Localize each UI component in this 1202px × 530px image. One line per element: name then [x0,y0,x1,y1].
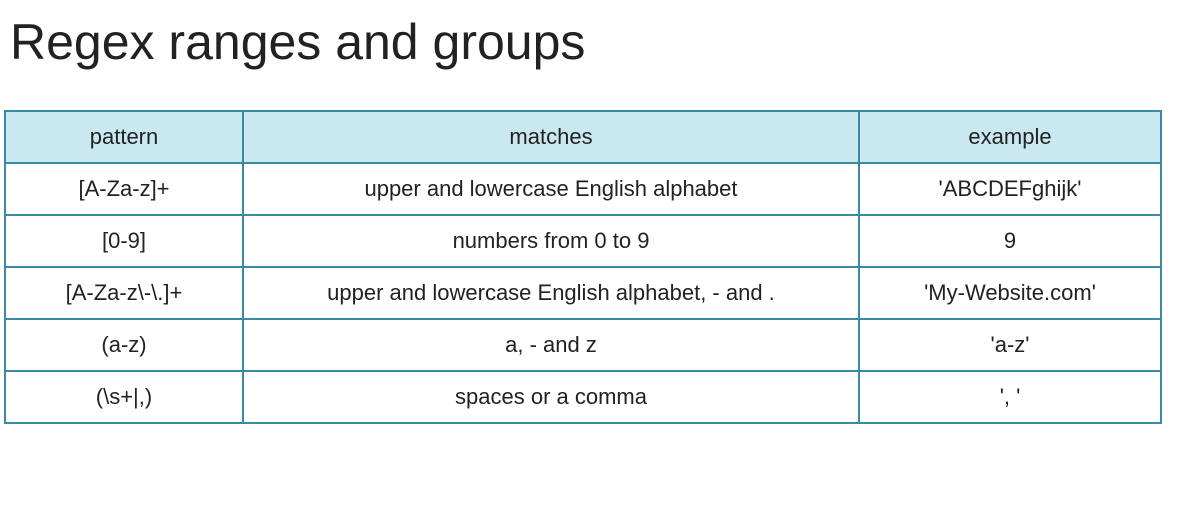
cell-example: 'a-z' [858,318,1162,372]
header-matches: matches [242,110,860,164]
table-body: [A-Za-z]+ upper and lowercase English al… [4,162,1162,424]
cell-example: ', ' [858,370,1162,424]
table-row: (\s+|,) spaces or a comma ', ' [4,370,1162,424]
cell-example: 9 [858,214,1162,268]
cell-matches: a, - and z [242,318,860,372]
header-example: example [858,110,1162,164]
cell-matches: upper and lowercase English alphabet, - … [242,266,860,320]
table-row: [0-9] numbers from 0 to 9 9 [4,214,1162,268]
header-pattern: pattern [4,110,244,164]
cell-pattern: [0-9] [4,214,244,268]
table-row: [A-Za-z]+ upper and lowercase English al… [4,162,1162,216]
cell-pattern: [A-Za-z]+ [4,162,244,216]
table-row: [A-Za-z\-\.]+ upper and lowercase Englis… [4,266,1162,320]
regex-table: pattern matches example [A-Za-z]+ upper … [4,110,1162,424]
cell-pattern: [A-Za-z\-\.]+ [4,266,244,320]
cell-matches: upper and lowercase English alphabet [242,162,860,216]
table-header: pattern matches example [4,110,1162,164]
cell-matches: spaces or a comma [242,370,860,424]
cell-matches: numbers from 0 to 9 [242,214,860,268]
table-row: (a-z) a, - and z 'a-z' [4,318,1162,372]
page-title: Regex ranges and groups [10,14,586,70]
cell-pattern: (\s+|,) [4,370,244,424]
header-row: pattern matches example [4,110,1162,164]
cell-example: 'ABCDEFghijk' [858,162,1162,216]
cell-example: 'My-Website.com' [858,266,1162,320]
cell-pattern: (a-z) [4,318,244,372]
